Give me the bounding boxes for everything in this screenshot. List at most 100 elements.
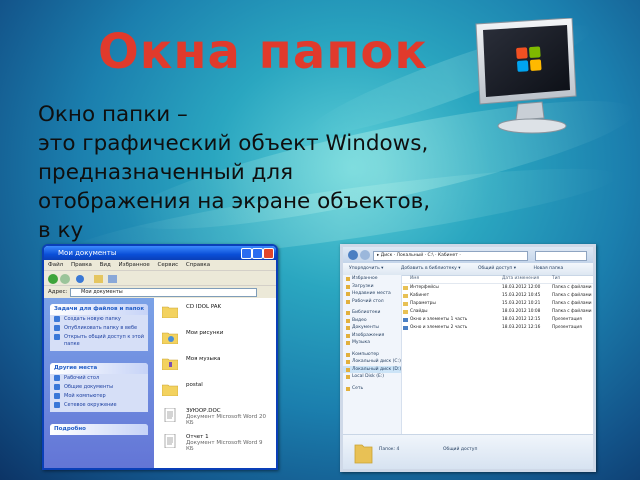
menu-favorites[interactable]: Избранное [119, 262, 150, 268]
xp-title-bar[interactable]: Мои документы [44, 246, 276, 260]
row-name: Кабинет [402, 292, 429, 300]
body-line: в ку [38, 218, 84, 243]
folder-icon [162, 384, 178, 396]
place-link[interactable]: Сетевое окружение [50, 401, 148, 412]
nav-item[interactable]: Изображения [343, 332, 401, 340]
row-type: Презентация [552, 317, 582, 322]
win7-folder-window: ▸ Диск · Локальный · C:\ · Кабинет · Упо… [340, 244, 596, 472]
row-type: Папка с файлами [552, 301, 592, 306]
other-places-heading[interactable]: Другие места [50, 363, 148, 374]
xp-menu-bar: Файл Правка Вид Избранное Сервис Справка [44, 260, 276, 270]
nav-item[interactable]: Локальный диск (C:) [343, 358, 401, 366]
slide-title: Окна папок [98, 24, 428, 80]
row-date: 18.03.2012 10:08 [502, 309, 541, 314]
task-panel-heading[interactable]: Задачи для файлов и папок [50, 304, 148, 315]
row-date: 18.03.2012 12:15 [502, 317, 541, 322]
nav-item[interactable]: Документы [343, 324, 401, 332]
nav-item[interactable]: Local Disk (E:) [343, 373, 401, 381]
row-date: 18.03.2012 12:16 [502, 325, 541, 330]
breadcrumb[interactable]: ▸ Диск · Локальный · C:\ · Кабинет · [373, 251, 528, 261]
row-type: Папка с файлами [552, 293, 592, 298]
item-label: CD IDOL PAK [186, 304, 222, 310]
menu-tools[interactable]: Сервис [158, 262, 179, 268]
item-label: Отчет 1 Документ Microsoft Word 9 КБ [186, 434, 270, 452]
nav-item[interactable]: Музыка [343, 339, 401, 347]
music-folder-icon [162, 358, 178, 370]
column-header: Имя Дата изменения Тип [402, 275, 593, 284]
xp-window-title: Мои документы [58, 249, 117, 257]
other-places-panel: Другие места Рабочий стол Общие документ… [50, 363, 148, 412]
file-item[interactable]: Отчет 1 Документ Microsoft Word 9 КБ [160, 432, 270, 456]
new-folder-button[interactable]: Новая папка [533, 266, 563, 271]
file-row[interactable]: Параметры 15.03.2012 10:21 Папка с файлами [402, 300, 593, 308]
file-item[interactable]: ЗУЮОР.DOC Документ Microsoft Word 20 КБ [160, 406, 270, 430]
minimize-button[interactable] [241, 248, 252, 259]
folder-item[interactable]: CD IDOL PAK [160, 302, 270, 326]
task-link[interactable]: Опубликовать папку в вебе [50, 324, 148, 333]
file-detail: Документ Microsoft Word 9 КБ [186, 440, 263, 452]
add-to-library-button[interactable]: Добавить в библиотеку ▾ [401, 266, 461, 271]
nav-item[interactable]: Компьютер [343, 351, 401, 359]
column-date[interactable]: Дата изменения [502, 275, 539, 283]
menu-edit[interactable]: Правка [71, 262, 92, 268]
xp-toolbar [44, 270, 276, 285]
body-line: предназначенный для [38, 160, 294, 185]
menu-help[interactable]: Справка [186, 262, 210, 268]
folder-icon [162, 306, 178, 318]
place-link[interactable]: Мой компьютер [50, 392, 148, 401]
details-count: Папок: 4 [379, 447, 400, 452]
folder-item[interactable]: Мои рисунки [160, 328, 270, 352]
organize-button[interactable]: Упорядочить ▾ [349, 266, 383, 271]
column-type[interactable]: Тип [552, 275, 560, 283]
nav-item[interactable]: Видео [343, 317, 401, 325]
win7-nav-bar: ▸ Диск · Локальный · C:\ · Кабинет · [343, 247, 593, 263]
file-row[interactable]: Окно и элементы 2 часть 18.03.2012 12:16 П… [402, 324, 593, 332]
nav-item[interactable]: Сеть [343, 385, 401, 393]
row-type: Презентация [552, 325, 582, 330]
row-type: Папка с файлами [552, 309, 592, 314]
row-date: 15.03.2012 10:45 [502, 293, 541, 298]
task-link[interactable]: Открыть общий доступ к этой папке [50, 333, 148, 351]
body-line: Окно папки – [38, 102, 188, 127]
row-name: Окно и элементы 2 часть [402, 324, 467, 332]
address-field[interactable]: Мои документы [70, 288, 257, 297]
share-button[interactable]: Общий доступ ▾ [478, 266, 516, 271]
nav-item[interactable]: Локальный диск (D:) [343, 365, 401, 373]
file-row[interactable]: Слайды 18.03.2012 10:08 Папка с файлами [402, 308, 593, 316]
menu-view[interactable]: Вид [100, 262, 111, 268]
document-icon [164, 408, 176, 422]
row-name: Параметры [402, 300, 436, 308]
nav-item[interactable]: Недавние места [343, 290, 401, 298]
file-row[interactable]: Окно и элементы 1 часть 18.03.2012 12:15 П… [402, 316, 593, 324]
body-line: отображения на экране объектов, [38, 189, 431, 214]
document-icon [164, 434, 176, 448]
file-list: Имя Дата изменения Тип Интерфейсы 18.03.2… [402, 275, 593, 435]
row-type: Папка с файлами [552, 285, 592, 290]
close-button[interactable] [263, 248, 274, 259]
pictures-folder-icon [162, 332, 178, 344]
details-pane: Папок: 4 Общий доступ [343, 434, 593, 469]
task-link[interactable]: Создать новую папку [50, 315, 148, 324]
menu-file[interactable]: Файл [48, 262, 63, 268]
folder-item[interactable]: Моя музыка [160, 354, 270, 378]
place-link[interactable]: Общие документы [50, 383, 148, 392]
nav-item[interactable]: Избранное [343, 275, 401, 283]
slide-body-text: Окно папки – это графический объект Wind… [38, 100, 578, 245]
folder-item[interactable]: postal [160, 380, 270, 404]
maximize-button[interactable] [252, 248, 263, 259]
file-row[interactable]: Интерфейсы 18.03.2012 12:00 Папка с файлам… [402, 284, 593, 292]
nav-buttons-icon[interactable] [44, 272, 164, 286]
xp-folder-window: Мои документы Файл Правка Вид Избранное … [42, 244, 278, 470]
address-label: Адрес: [48, 289, 68, 295]
nav-item[interactable]: Рабочий стол [343, 298, 401, 306]
back-forward-icon[interactable] [345, 247, 373, 263]
file-row[interactable]: Кабинет 15.03.2012 10:45 Папка с файлами [402, 292, 593, 300]
search-input[interactable] [535, 251, 587, 261]
nav-item[interactable]: Загрузки [343, 283, 401, 291]
nav-item[interactable]: Библиотеки [343, 309, 401, 317]
place-link[interactable]: Рабочий стол [50, 374, 148, 383]
details-heading[interactable]: Подробно [50, 424, 148, 435]
xp-task-pane: Задачи для файлов и папок Создать новую … [44, 298, 154, 468]
column-name[interactable]: Имя [410, 275, 419, 283]
xp-file-list: CD IDOL PAK Мои рисунки Моя музыка posta… [154, 298, 276, 468]
